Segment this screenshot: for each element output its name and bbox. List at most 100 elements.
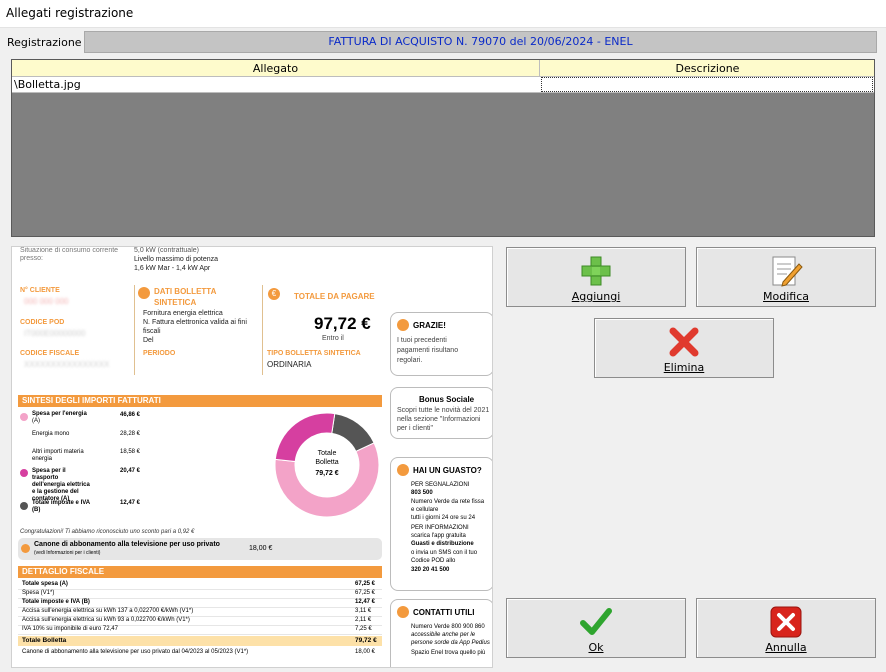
preview-text: Guasti e distribuzione [411, 541, 474, 547]
preview-text: 12,47 € [120, 500, 141, 506]
info-icon [21, 544, 30, 553]
cancel-button-label: Annulla [765, 641, 807, 654]
preview-text: Energia mono [32, 431, 70, 437]
edit-button-label: Modifica [763, 290, 809, 303]
preview-text: (vedi Informazioni per i clienti) [34, 550, 101, 556]
preview-text: GRAZIE! [413, 321, 446, 330]
preview-text: Spazio Enel trova quello più [411, 650, 486, 656]
preview-text: Numero Verde da rete fissa [411, 499, 485, 505]
preview-text: N. Fattura elettronica valida ai fini [143, 319, 247, 326]
preview-text: 46,86 € [120, 412, 141, 418]
donut-label: Totale [318, 450, 337, 457]
thumbs-up-icon [397, 319, 409, 331]
preview-text: Totale imposte e IVA [32, 500, 91, 506]
preview-text: Canone di abbonamento alla televisione p… [22, 649, 249, 655]
bonus-box: Bonus Sociale Scopri tutte le novità del… [390, 387, 492, 439]
green-check-icon [580, 608, 612, 635]
preview-text: PER SEGNALAZIONI [411, 482, 470, 488]
fiscal-row-value: 2,11 € [355, 617, 372, 623]
preview-text: fiscali [143, 328, 161, 335]
cancel-button[interactable]: Annulla [696, 598, 876, 658]
preview-blurred-text: 000 000 000 [24, 297, 69, 306]
preview-text: (A) [32, 418, 40, 424]
preview-text: e la gestione del [32, 489, 79, 495]
divider [262, 285, 263, 375]
preview-section-title: SINTESI DEGLI IMPORTI FATTURATI [18, 395, 382, 407]
preview-text: persone sorde da App Pedius [411, 640, 490, 646]
preview-text: Congratulazioni! Ti abbiamo riconosciuto… [20, 529, 195, 535]
preview-text: o invia un SMS con il tuo [411, 550, 478, 556]
cell-allegato[interactable]: \Bolletta.jpg [14, 77, 538, 93]
fiscal-row-divider [18, 589, 382, 590]
fiscal-row-label: IVA 10% su imponibile di euro 72,47 [22, 626, 118, 632]
total-amount: 97,72 € [314, 314, 371, 333]
grazie-box: GRAZIE! I tuoi precedenti pagamenti risu… [390, 312, 492, 376]
window-titlebar: Allegati registrazione [0, 0, 886, 28]
registration-label: Registrazione [7, 36, 82, 49]
preview-text: TIPO BOLLETTA SINTETICA [267, 350, 361, 357]
preview-text: 803 500 [411, 490, 433, 496]
preview-text: DATI BOLLETTA [154, 287, 217, 296]
preview-text: I tuoi precedenti [397, 337, 447, 344]
column-header-allegato[interactable]: Allegato [12, 60, 540, 77]
preview-text: tutti i giorni 24 ore su 24 [411, 515, 476, 521]
preview-text: 18,00 € [355, 649, 376, 655]
preview-text: HAI UN GUASTO? [413, 466, 482, 475]
edit-button[interactable]: Modifica [696, 247, 876, 307]
window-title: Allegati registrazione [6, 6, 134, 20]
cell-descrizione[interactable] [541, 77, 873, 92]
fiscal-row-value: 12,47 € [355, 599, 376, 605]
preview-blurred-text: IT000E00000000 [24, 329, 86, 338]
attachment-preview: Situazione di consumo corrente presso: 5… [11, 246, 493, 668]
ok-button[interactable]: Ok [506, 598, 686, 658]
preview-text: 28,28 € [120, 431, 141, 437]
preview-text: Numero Verde 800 900 860 [411, 624, 485, 630]
preview-section-title: DETTAGLIO FISCALE [18, 566, 382, 578]
attachments-grid[interactable]: Allegato Descrizione \Bolletta.jpg [11, 59, 875, 237]
divider [134, 285, 135, 375]
chat-icon [397, 606, 409, 618]
donut-label: Bolletta [315, 459, 338, 466]
preview-text: 5,0 kW (contrattuale) [134, 247, 199, 254]
preview-text: Codice POD allo [411, 558, 456, 564]
preview-text: N° CLIENTE [20, 287, 60, 294]
legend-dot [20, 502, 28, 510]
preview-text: SINTETICA [154, 298, 197, 307]
preview-text: Scopri tutte le novità del 2021 [397, 407, 490, 414]
add-button-label: Aggiungi [571, 290, 621, 303]
preview-text: dell'energia elettrica [32, 482, 90, 488]
fiscal-row-label: Spesa (V1*) [22, 590, 55, 596]
preview-text: 20,47 € [120, 468, 141, 474]
red-x-square-icon [770, 606, 802, 638]
preview-text: TOTALE DA PAGARE [294, 292, 375, 301]
preview-text: trasporto [32, 475, 59, 481]
guasto-box: HAI UN GUASTO? PER SEGNALAZIONI 803 500 … [390, 457, 492, 591]
preview-text: Bonus Sociale [419, 395, 475, 404]
add-button[interactable]: Aggiungi [506, 247, 686, 307]
preview-text: accessibile anche per le [411, 632, 476, 638]
preview-text: Fornitura energia elettrica [143, 310, 223, 317]
registration-value: FATTURA DI ACQUISTO N. 79070 del 20/06/2… [84, 31, 877, 53]
preview-text: energia [32, 456, 53, 462]
delete-button[interactable]: Elimina [594, 318, 774, 378]
ok-button-label: Ok [588, 641, 604, 654]
column-header-descrizione[interactable]: Descrizione [541, 60, 874, 77]
preview-text: Totale Bolletta [22, 637, 67, 644]
fiscal-row-label: Accisa sull'energia elettrica su kWh 93 … [22, 617, 190, 623]
preview-text: (B) [32, 507, 41, 513]
bill-donut-chart: Totale Bolletta 79,72 € [274, 412, 380, 518]
legend-dot [20, 413, 28, 421]
table-row[interactable]: \Bolletta.jpg [12, 77, 874, 93]
preview-text: Del [143, 337, 154, 344]
gear-icon [397, 464, 409, 476]
preview-text: CODICE POD [20, 319, 65, 326]
preview-text: Canone di abbonamento alla televisione p… [34, 541, 220, 548]
preview-text: ORDINARIA [267, 360, 312, 369]
total-row-bg [18, 636, 382, 646]
red-x-icon [669, 327, 699, 357]
preview-text: nella sezione "Informazioni [397, 416, 481, 423]
contatti-box: CONTATTI UTILI Numero Verde 800 900 860 … [390, 599, 492, 667]
fiscal-row-value: 7,25 € [355, 626, 372, 632]
euro-icon: € [268, 288, 280, 300]
preview-blurred-text: XXXXXXXXXXXXXXXX [24, 360, 110, 369]
